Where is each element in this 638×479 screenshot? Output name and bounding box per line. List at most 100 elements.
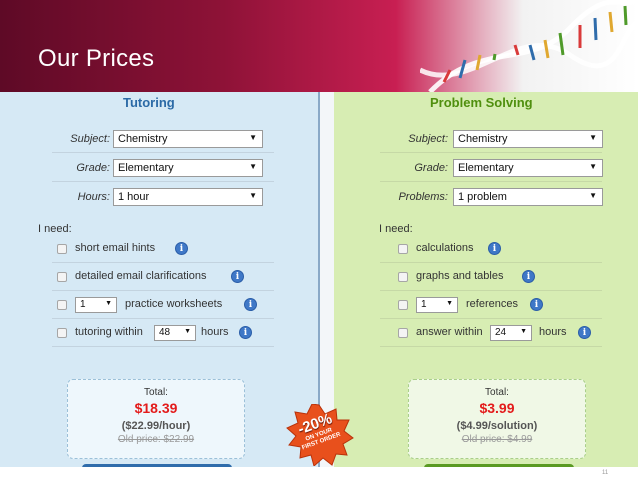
option-prefix: answer within [416, 326, 483, 338]
chevron-down-icon: ▼ [589, 191, 597, 200]
subject-select[interactable]: Chemistry ▼ [113, 130, 263, 148]
option-label: graphs and tables [416, 270, 504, 282]
total-rate: ($4.99/solution) [456, 420, 538, 432]
slide-footer [0, 467, 638, 479]
chevron-down-icon: ▼ [589, 133, 597, 142]
info-icon[interactable]: i [530, 298, 543, 311]
row-divider [380, 152, 602, 153]
chevron-down-icon: ▼ [446, 300, 453, 307]
info-icon[interactable]: i [239, 326, 252, 339]
old-price: Old price: $22.99 [117, 434, 195, 445]
chevron-down-icon: ▼ [249, 162, 257, 171]
answer-hours-select[interactable]: 24 ▼ [490, 325, 532, 341]
title-banner: Our Prices [0, 0, 638, 92]
row-divider [380, 290, 602, 291]
option-prefix: tutoring within [75, 326, 143, 338]
row-divider [380, 318, 602, 319]
row-divider [52, 346, 274, 347]
info-icon[interactable]: i [231, 270, 244, 283]
subject-row: Subject: Chemistry ▼ [334, 130, 638, 152]
checkbox[interactable] [398, 244, 408, 254]
option-calculations: calculations i [398, 241, 638, 261]
grade-value: Elementary [458, 162, 514, 174]
need-label: I need: [38, 223, 72, 235]
hours-select[interactable]: 1 hour ▼ [113, 188, 263, 206]
dna-helix-graphic [420, 0, 638, 92]
subject-select[interactable]: Chemistry ▼ [453, 130, 603, 148]
checkbox[interactable] [57, 328, 67, 338]
row-divider [380, 262, 602, 263]
total-rate: ($22.99/hour) [121, 420, 191, 432]
problems-select[interactable]: 1 problem ▼ [453, 188, 603, 206]
row-divider [380, 346, 602, 347]
problem-solving-title: Problem Solving [430, 95, 533, 110]
chevron-down-icon: ▼ [184, 328, 191, 335]
hours-label: Hours: [77, 191, 110, 203]
chevron-down-icon: ▼ [105, 300, 112, 307]
checkbox[interactable] [57, 272, 67, 282]
checkbox[interactable] [57, 300, 67, 310]
option-practice-worksheets: 1 ▼ practice worksheets i [57, 297, 297, 317]
grade-value: Elementary [118, 162, 174, 174]
info-icon[interactable]: i [244, 298, 257, 311]
grade-label: Grade: [76, 162, 110, 174]
checkbox[interactable] [57, 244, 67, 254]
slide-title: Our Prices [38, 45, 155, 72]
checkbox[interactable] [398, 272, 408, 282]
tutoring-panel: Tutoring Subject: Chemistry ▼ Grade: Ele… [0, 92, 320, 467]
info-icon[interactable]: i [522, 270, 535, 283]
option-detailed-email-clarifications: detailed email clarifications i [57, 269, 297, 289]
row-divider [52, 181, 274, 182]
total-price: $18.39 [134, 400, 178, 416]
checkbox[interactable] [398, 328, 408, 338]
row-divider [52, 318, 274, 319]
option-label: references [466, 298, 518, 310]
row-divider [52, 290, 274, 291]
row-divider [380, 181, 602, 182]
subject-label: Subject: [70, 133, 110, 145]
info-icon[interactable]: i [578, 326, 591, 339]
grade-select[interactable]: Elementary ▼ [453, 159, 603, 177]
answer-hours-value: 24 [495, 327, 507, 338]
chevron-down-icon: ▼ [249, 191, 257, 200]
total-price: $3.99 [479, 400, 515, 416]
references-count-select[interactable]: 1 ▼ [416, 297, 458, 313]
option-short-email-hints: short email hints i [57, 241, 297, 261]
chevron-down-icon: ▼ [520, 328, 527, 335]
worksheets-count-select[interactable]: 1 ▼ [75, 297, 117, 313]
info-icon[interactable]: i [488, 242, 501, 255]
need-label: I need: [379, 223, 413, 235]
option-answer-within: answer within 24 ▼ hours i [398, 325, 638, 345]
option-label: calculations [416, 242, 474, 254]
grade-select[interactable]: Elementary ▼ [113, 159, 263, 177]
subject-label: Subject: [408, 133, 448, 145]
option-references: 1 ▼ references i [398, 297, 638, 317]
problems-value: 1 problem [458, 191, 507, 203]
option-label: detailed email clarifications [75, 270, 207, 282]
chevron-down-icon: ▼ [589, 162, 597, 171]
checkbox[interactable] [398, 300, 408, 310]
grade-row: Grade: Elementary ▼ [334, 159, 638, 181]
total-label: Total: [485, 387, 509, 398]
subject-value: Chemistry [458, 133, 508, 145]
grade-row: Grade: Elementary ▼ [0, 159, 318, 181]
hours-value: 1 hour [118, 191, 150, 203]
option-graphs-and-tables: graphs and tables i [398, 269, 638, 289]
row-divider [52, 262, 274, 263]
tutoring-hours-value: 48 [159, 327, 171, 338]
worksheets-count-value: 1 [80, 299, 86, 310]
option-suffix: hours [539, 326, 567, 338]
references-count-value: 1 [421, 299, 427, 310]
tutoring-hours-select[interactable]: 48 ▼ [154, 325, 196, 341]
chevron-down-icon: ▼ [249, 133, 257, 142]
tutoring-total-box: Total: $18.39 ($22.99/hour) Old price: $… [67, 379, 245, 459]
problem-solving-panel: Problem Solving Subject: Chemistry ▼ Gra… [334, 92, 638, 467]
info-icon[interactable]: i [175, 242, 188, 255]
problems-row: Problems: 1 problem ▼ [334, 188, 638, 210]
total-label: Total: [144, 387, 168, 398]
option-label: practice worksheets [125, 298, 223, 310]
option-tutoring-within: tutoring within 48 ▼ hours i [57, 325, 297, 345]
hours-row: Hours: 1 hour ▼ [0, 188, 318, 210]
problems-label: Problems: [398, 191, 448, 203]
discount-badge: -20% ON YOUR FIRST ORDER [284, 404, 354, 466]
